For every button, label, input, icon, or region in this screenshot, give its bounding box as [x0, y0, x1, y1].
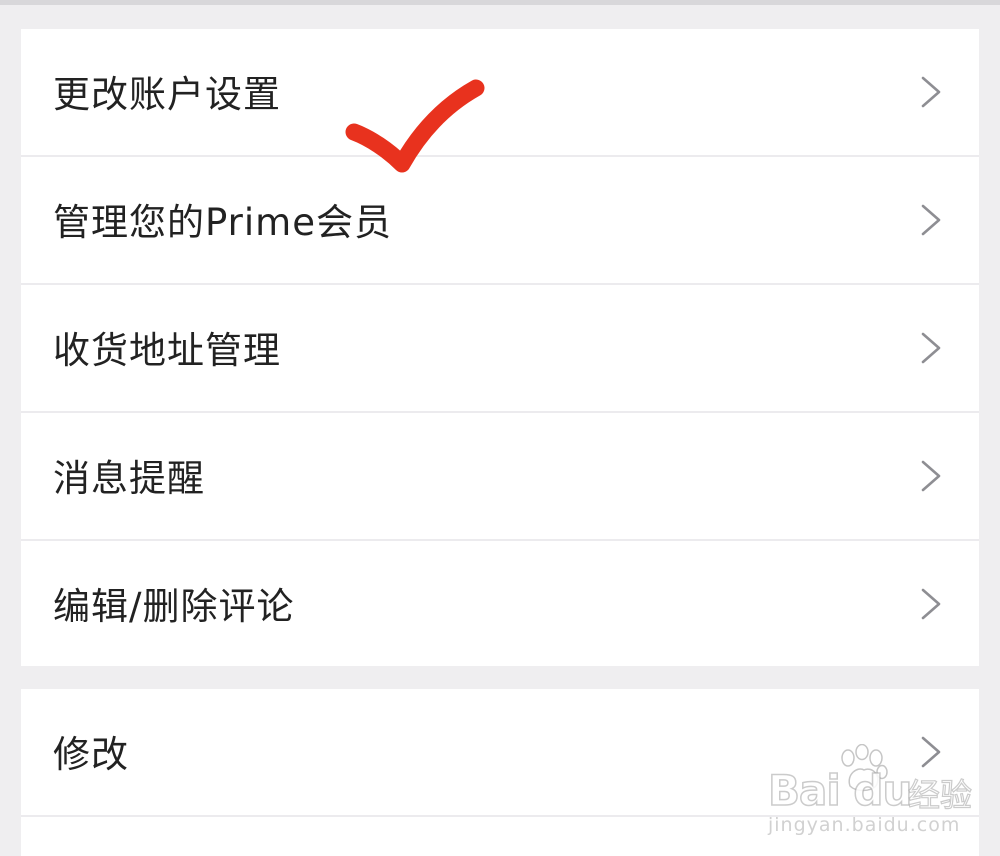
- chevron-right-icon: [921, 76, 941, 108]
- menu-item-label: 收货地址管理: [53, 329, 281, 372]
- chevron-right-icon: [921, 588, 941, 620]
- menu-item-label: 消息提醒: [53, 457, 205, 500]
- watermark-brand: Bai du: [767, 765, 913, 816]
- watermark-cn: 经验: [907, 775, 973, 814]
- menu-item-manage-prime-membership[interactable]: 管理您的Prime会员: [21, 157, 979, 283]
- menu-item-edit-delete-reviews[interactable]: 编辑/删除评论: [21, 541, 979, 667]
- menu-item-change-account-settings[interactable]: 更改账户设置: [21, 29, 979, 155]
- top-divider: [0, 0, 1000, 5]
- chevron-right-icon: [921, 460, 941, 492]
- menu-item-label: 修改: [53, 733, 129, 776]
- menu-item-label: 管理您的Prime会员: [53, 201, 392, 244]
- settings-page: 更改账户设置 管理您的Prime会员 收货地址管理 消息提醒 编辑/删除评论 修…: [0, 0, 1000, 856]
- red-checkmark-annotation-icon: [345, 79, 485, 173]
- menu-item-message-notifications[interactable]: 消息提醒: [21, 413, 979, 539]
- chevron-right-icon: [921, 204, 941, 236]
- menu-item-shipping-address-management[interactable]: 收货地址管理: [21, 285, 979, 411]
- watermark-url: jingyan.baidu.com: [768, 814, 961, 836]
- baidu-jingyan-watermark: Bai du 经验 jingyan.baidu.com: [767, 744, 988, 844]
- menu-item-label: 编辑/删除评论: [53, 585, 295, 628]
- menu-item-label: 更改账户设置: [53, 73, 281, 116]
- settings-group-account: 更改账户设置 管理您的Prime会员 收货地址管理 消息提醒 编辑/删除评论: [21, 29, 979, 666]
- chevron-right-icon: [921, 332, 941, 364]
